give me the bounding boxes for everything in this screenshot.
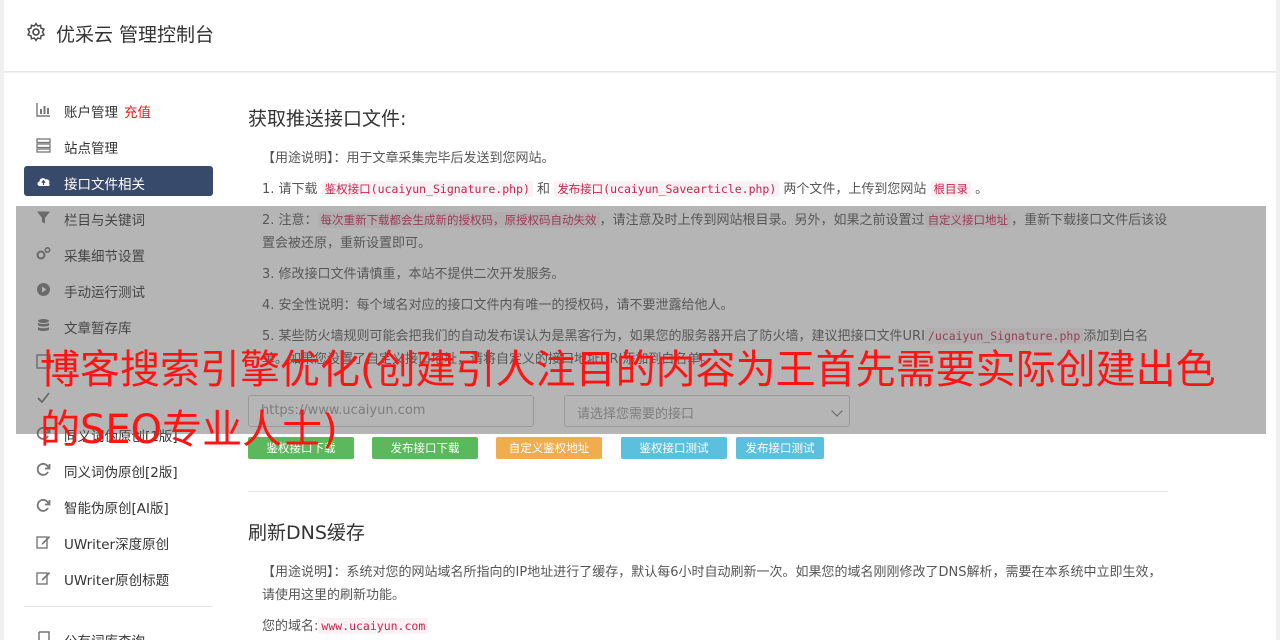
sidebar-item-label: 账户管理 <box>64 105 118 121</box>
usage-text: ：系统对您的网站域名所指向的IP地址进行了缓存，默认每6小时自动刷新一次。如果您… <box>262 565 1162 603</box>
sidebar-item-ai-rewrite[interactable]: 智能伪原创[AI版] <box>24 490 213 520</box>
cloud-upload-icon <box>37 178 50 186</box>
section-divider <box>248 491 1168 492</box>
sidebar-item-public-lexicon[interactable]: 公有词库查询 <box>24 623 213 640</box>
domain-label: 您的域名: <box>262 619 319 634</box>
sidebar-item-uwriter-title[interactable]: UWriter原创标题 <box>24 562 213 592</box>
sidebar-item-label: UWriter深度原创 <box>64 537 170 553</box>
text: 两个文件，上传到您网站 <box>779 182 931 197</box>
overlay-headline: 博客搜索引擎优化(创建引人注目的内容为王首先需要实际创建出色的SEO专业人士) <box>40 347 1216 453</box>
gear-icon[interactable] <box>26 22 46 42</box>
refresh-icon <box>36 462 51 476</box>
domain-row: 您的域名: www.ucaiyun.com <box>248 615 1168 638</box>
sidebar-item-label: 站点管理 <box>64 141 118 157</box>
text: 。 <box>971 182 989 197</box>
app-header: 优采云 管理控制台 <box>4 0 1276 72</box>
sidebar-item-interface-files[interactable]: 接口文件相关 <box>24 166 213 196</box>
sidebar-item-account[interactable]: 账户管理 充值 <box>24 94 213 124</box>
code-root-dir: 根目录 <box>930 181 972 197</box>
sidebar-item-label: 公有词库查询 <box>64 630 145 640</box>
sidebar-item-label: 智能伪原创[AI版] <box>64 501 169 517</box>
sidebar-item-label: 同义词伪原创[2版] <box>64 465 178 481</box>
text: 和 <box>532 182 555 197</box>
sidebar-item-label: UWriter原创标题 <box>64 573 170 589</box>
sidebar-item-sites[interactable]: 站点管理 <box>24 130 213 160</box>
section-title-interface-files: 获取推送接口文件: <box>248 108 407 130</box>
bar-chart-icon <box>36 103 50 117</box>
text: 1. 请下载 <box>262 182 322 197</box>
recharge-link[interactable]: 充值 <box>124 105 151 121</box>
dns-usage-note: 【用途说明】：系统对您的网站域名所指向的IP地址进行了缓存，默认每6小时自动刷新… <box>248 561 1168 607</box>
code-publish-interface: 发布接口(ucaiyun_Savearticle.php) <box>554 181 780 197</box>
edit-icon <box>36 572 51 585</box>
code-auth-interface: 鉴权接口(ucaiyun_Signature.php) <box>321 181 533 197</box>
app-title: 优采云 管理控制台 <box>56 24 215 46</box>
section-title-dns: 刷新DNS缓存 <box>248 522 365 544</box>
usage-note: 【用途说明】：用于文章采集完毕后发送到您网站。 <box>248 147 1168 170</box>
book-icon <box>38 631 50 640</box>
usage-text: ：用于文章采集完毕后发送到您网站。 <box>333 151 555 166</box>
domain-value: www.ucaiyun.com <box>318 618 429 634</box>
usage-label: 【用途说明】 <box>262 151 334 166</box>
sidebar-item-label: 接口文件相关 <box>64 177 145 193</box>
instruction-1: 1. 请下载 鉴权接口(ucaiyun_Signature.php) 和 发布接… <box>248 178 1168 201</box>
sidebar-divider <box>24 606 213 607</box>
refresh-icon <box>36 498 51 512</box>
sidebar-item-uwriter-deep[interactable]: UWriter深度原创 <box>24 526 213 556</box>
server-icon <box>36 138 51 153</box>
usage-label: 【用途说明】 <box>262 565 334 580</box>
edit-icon <box>36 536 51 549</box>
